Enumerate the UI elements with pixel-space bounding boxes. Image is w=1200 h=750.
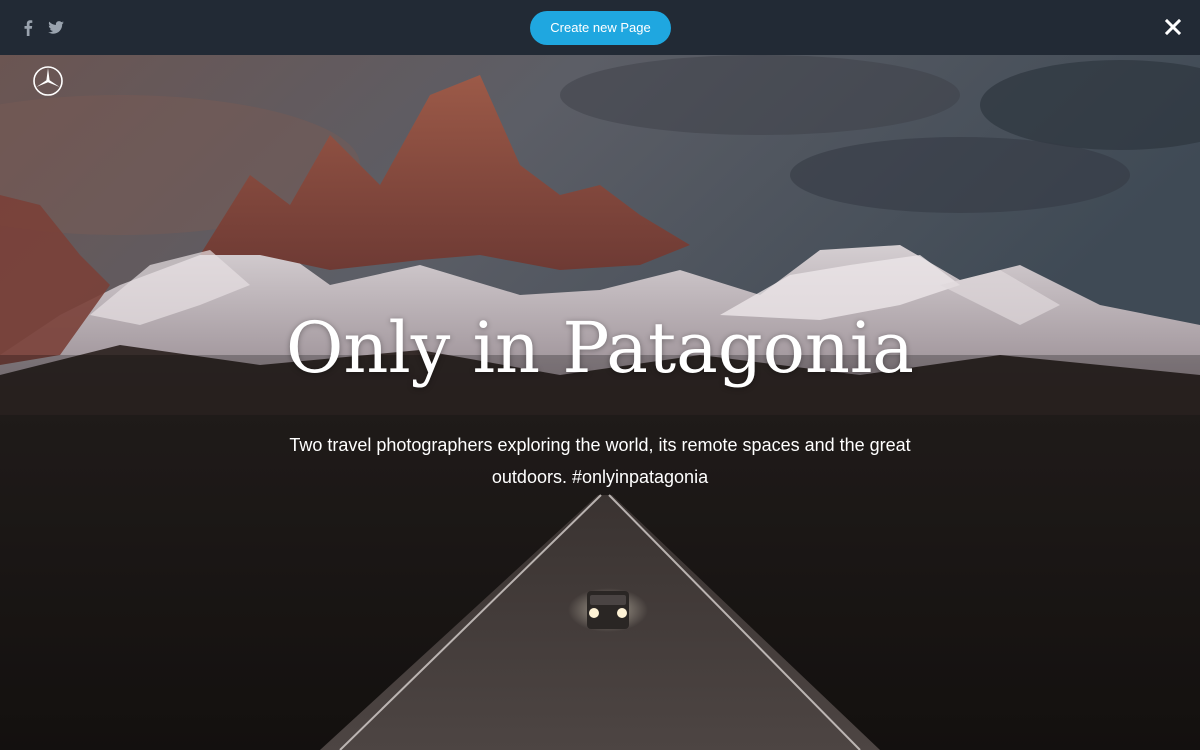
hero-section: Only in Patagonia Two travel photographe… xyxy=(0,55,1200,750)
twitter-icon[interactable] xyxy=(48,20,64,36)
mercedes-star-logo[interactable] xyxy=(32,65,64,97)
page-title: Only in Patagonia xyxy=(285,307,915,389)
hero-background-image xyxy=(0,55,1200,750)
create-new-page-button[interactable]: Create new Page xyxy=(530,10,671,45)
hero-subtitle: Two travel photographers exploring the w… xyxy=(289,435,911,487)
social-share-links xyxy=(20,0,64,55)
facebook-icon[interactable] xyxy=(20,19,36,36)
top-bar: Create new Page xyxy=(0,0,1200,55)
close-icon[interactable] xyxy=(1162,16,1184,38)
